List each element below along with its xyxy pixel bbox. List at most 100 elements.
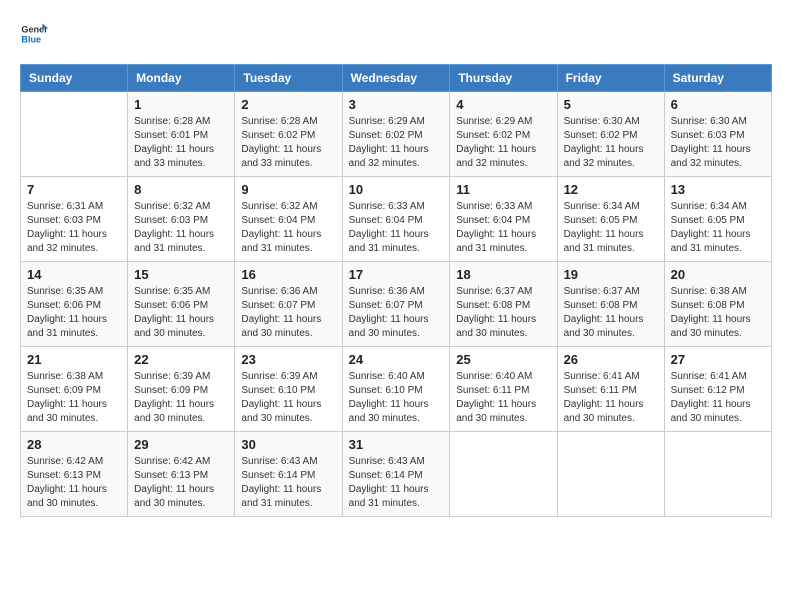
day-number: 7: [27, 182, 121, 197]
day-info: Sunrise: 6:41 AMSunset: 6:12 PMDaylight:…: [671, 370, 765, 426]
day-info: Sunrise: 6:39 AMSunset: 6:09 PMDaylight:…: [134, 370, 228, 426]
day-number: 8: [134, 182, 228, 197]
day-info: Sunrise: 6:36 AMSunset: 6:07 PMDaylight:…: [349, 285, 444, 341]
day-number: 12: [564, 182, 658, 197]
calendar-cell: 14Sunrise: 6:35 AMSunset: 6:06 PMDayligh…: [21, 262, 128, 347]
day-info: Sunrise: 6:28 AMSunset: 6:02 PMDaylight:…: [241, 115, 335, 171]
week-row-0: 1 Sunrise: 6:28 AMSunset: 6:01 PMDaylight…: [21, 92, 772, 177]
day-number: 13: [671, 182, 765, 197]
calendar-cell: 2 Sunrise: 6:28 AMSunset: 6:02 PMDaylight…: [235, 92, 342, 177]
day-info: Sunrise: 6:34 AMSunset: 6:05 PMDaylight:…: [671, 200, 765, 256]
calendar-body: 1 Sunrise: 6:28 AMSunset: 6:01 PMDaylight…: [21, 92, 772, 517]
day-info: Sunrise: 6:29 AMSunset: 6:02 PMDaylight:…: [349, 115, 444, 171]
day-number: 23: [241, 352, 335, 367]
logo: General Blue: [20, 20, 48, 48]
day-number: 28: [27, 437, 121, 452]
day-number: 5: [564, 97, 658, 112]
day-number: 9: [241, 182, 335, 197]
calendar-cell: 27 Sunrise: 6:41 AMSunset: 6:12 PMDayligh…: [664, 347, 771, 432]
day-number: 26: [564, 352, 658, 367]
day-info: Sunrise: 6:41 AMSunset: 6:11 PMDaylight:…: [564, 370, 658, 426]
week-row-3: 21 Sunrise: 6:38 AMSunset: 6:09 PMDayligh…: [21, 347, 772, 432]
day-number: 3: [349, 97, 444, 112]
calendar-cell: 18 Sunrise: 6:37 AMSunset: 6:08 PMDayligh…: [450, 262, 557, 347]
header-row: SundayMondayTuesdayWednesdayThursdayFrid…: [21, 65, 772, 92]
day-number: 1: [134, 97, 228, 112]
day-info: Sunrise: 6:42 AMSunset: 6:13 PMDaylight:…: [27, 455, 121, 511]
calendar-cell: 11Sunrise: 6:33 AMSunset: 6:04 PMDayligh…: [450, 177, 557, 262]
day-number: 21: [27, 352, 121, 367]
calendar-cell: 3 Sunrise: 6:29 AMSunset: 6:02 PMDaylight…: [342, 92, 450, 177]
calendar-cell: 1 Sunrise: 6:28 AMSunset: 6:01 PMDaylight…: [128, 92, 235, 177]
calendar-cell: 16 Sunrise: 6:36 AMSunset: 6:07 PMDayligh…: [235, 262, 342, 347]
day-info: Sunrise: 6:37 AMSunset: 6:08 PMDaylight:…: [564, 285, 658, 341]
logo-icon: General Blue: [20, 20, 48, 48]
calendar-cell: 4Sunrise: 6:29 AMSunset: 6:02 PMDaylight…: [450, 92, 557, 177]
calendar-cell: 19 Sunrise: 6:37 AMSunset: 6:08 PMDayligh…: [557, 262, 664, 347]
day-info: Sunrise: 6:29 AMSunset: 6:02 PMDaylight:…: [456, 115, 550, 171]
day-info: Sunrise: 6:32 AMSunset: 6:03 PMDaylight:…: [134, 200, 228, 256]
calendar-cell: [557, 432, 664, 517]
header-day-sunday: Sunday: [21, 65, 128, 92]
calendar-header: SundayMondayTuesdayWednesdayThursdayFrid…: [21, 65, 772, 92]
calendar-cell: 31 Sunrise: 6:43 AMSunset: 6:14 PMDayligh…: [342, 432, 450, 517]
day-info: Sunrise: 6:28 AMSunset: 6:01 PMDaylight:…: [134, 115, 228, 171]
calendar-table: SundayMondayTuesdayWednesdayThursdayFrid…: [20, 64, 772, 517]
day-number: 10: [349, 182, 444, 197]
day-info: Sunrise: 6:37 AMSunset: 6:08 PMDaylight:…: [456, 285, 550, 341]
calendar-cell: 29 Sunrise: 6:42 AMSunset: 6:13 PMDayligh…: [128, 432, 235, 517]
day-number: 31: [349, 437, 444, 452]
header-day-thursday: Thursday: [450, 65, 557, 92]
calendar-cell: 30 Sunrise: 6:43 AMSunset: 6:14 PMDayligh…: [235, 432, 342, 517]
week-row-2: 14Sunrise: 6:35 AMSunset: 6:06 PMDayligh…: [21, 262, 772, 347]
calendar-cell: 25 Sunrise: 6:40 AMSunset: 6:11 PMDayligh…: [450, 347, 557, 432]
day-info: Sunrise: 6:43 AMSunset: 6:14 PMDaylight:…: [241, 455, 335, 511]
day-number: 18: [456, 267, 550, 282]
calendar-cell: 21 Sunrise: 6:38 AMSunset: 6:09 PMDayligh…: [21, 347, 128, 432]
day-number: 30: [241, 437, 335, 452]
day-info: Sunrise: 6:40 AMSunset: 6:10 PMDaylight:…: [349, 370, 444, 426]
day-number: 6: [671, 97, 765, 112]
calendar-cell: 24 Sunrise: 6:40 AMSunset: 6:10 PMDayligh…: [342, 347, 450, 432]
day-info: Sunrise: 6:32 AMSunset: 6:04 PMDaylight:…: [241, 200, 335, 256]
calendar-cell: 20Sunrise: 6:38 AMSunset: 6:08 PMDayligh…: [664, 262, 771, 347]
day-info: Sunrise: 6:36 AMSunset: 6:07 PMDaylight:…: [241, 285, 335, 341]
day-number: 16: [241, 267, 335, 282]
calendar-cell: 12 Sunrise: 6:34 AMSunset: 6:05 PMDayligh…: [557, 177, 664, 262]
day-number: 27: [671, 352, 765, 367]
day-number: 24: [349, 352, 444, 367]
day-info: Sunrise: 6:35 AMSunset: 6:06 PMDaylight:…: [27, 285, 121, 341]
calendar-cell: 5 Sunrise: 6:30 AMSunset: 6:02 PMDaylight…: [557, 92, 664, 177]
header-day-saturday: Saturday: [664, 65, 771, 92]
day-info: Sunrise: 6:33 AMSunset: 6:04 PMDaylight:…: [456, 200, 550, 256]
header-day-tuesday: Tuesday: [235, 65, 342, 92]
day-number: 29: [134, 437, 228, 452]
day-info: Sunrise: 6:35 AMSunset: 6:06 PMDaylight:…: [134, 285, 228, 341]
calendar-cell: [450, 432, 557, 517]
calendar-cell: 17 Sunrise: 6:36 AMSunset: 6:07 PMDayligh…: [342, 262, 450, 347]
day-info: Sunrise: 6:38 AMSunset: 6:09 PMDaylight:…: [27, 370, 121, 426]
calendar-cell: 7Sunrise: 6:31 AMSunset: 6:03 PMDaylight…: [21, 177, 128, 262]
day-number: 15: [134, 267, 228, 282]
day-info: Sunrise: 6:42 AMSunset: 6:13 PMDaylight:…: [134, 455, 228, 511]
day-number: 17: [349, 267, 444, 282]
day-info: Sunrise: 6:40 AMSunset: 6:11 PMDaylight:…: [456, 370, 550, 426]
day-number: 19: [564, 267, 658, 282]
day-info: Sunrise: 6:39 AMSunset: 6:10 PMDaylight:…: [241, 370, 335, 426]
calendar-cell: 13 Sunrise: 6:34 AMSunset: 6:05 PMDayligh…: [664, 177, 771, 262]
day-number: 2: [241, 97, 335, 112]
calendar-cell: [664, 432, 771, 517]
day-info: Sunrise: 6:34 AMSunset: 6:05 PMDaylight:…: [564, 200, 658, 256]
day-info: Sunrise: 6:33 AMSunset: 6:04 PMDaylight:…: [349, 200, 444, 256]
week-row-4: 28 Sunrise: 6:42 AMSunset: 6:13 PMDayligh…: [21, 432, 772, 517]
day-info: Sunrise: 6:30 AMSunset: 6:02 PMDaylight:…: [564, 115, 658, 171]
calendar-cell: [21, 92, 128, 177]
header-day-friday: Friday: [557, 65, 664, 92]
calendar-cell: 28 Sunrise: 6:42 AMSunset: 6:13 PMDayligh…: [21, 432, 128, 517]
header: General Blue: [20, 20, 772, 48]
day-info: Sunrise: 6:43 AMSunset: 6:14 PMDaylight:…: [349, 455, 444, 511]
day-number: 25: [456, 352, 550, 367]
calendar-cell: 9 Sunrise: 6:32 AMSunset: 6:04 PMDaylight…: [235, 177, 342, 262]
day-number: 22: [134, 352, 228, 367]
day-info: Sunrise: 6:38 AMSunset: 6:08 PMDaylight:…: [671, 285, 765, 341]
